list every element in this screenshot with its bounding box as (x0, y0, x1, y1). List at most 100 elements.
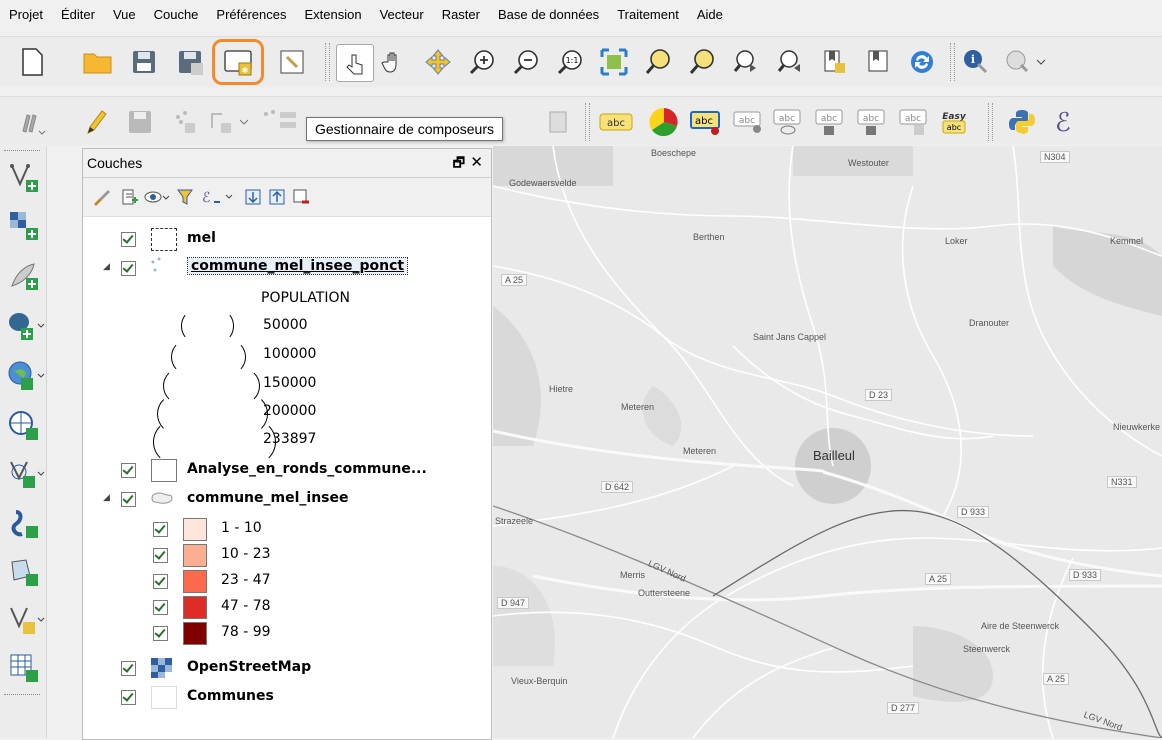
class-checkbox[interactable] (153, 548, 168, 563)
choropleth-class-row[interactable]: 1 - 10 (83, 516, 489, 542)
menu-couche[interactable]: Couche (145, 0, 208, 30)
layer-checkbox[interactable] (121, 261, 136, 276)
layer-checkbox[interactable] (121, 690, 136, 705)
add-point-button[interactable] (166, 104, 202, 140)
menu-vecteur[interactable]: Vecteur (371, 0, 433, 30)
menu-raster[interactable]: Raster (433, 0, 489, 30)
expand-all-button[interactable] (243, 187, 263, 207)
add-delimited-text-button[interactable] (6, 258, 42, 294)
choropleth-class-row[interactable]: 47 - 78 (83, 594, 489, 620)
pan-to-selection-button[interactable] (420, 44, 456, 80)
open-project-button[interactable] (80, 44, 116, 80)
easy-custom-labeling-button[interactable]: Easy abc (936, 104, 972, 140)
add-line-button[interactable] (206, 104, 254, 140)
choropleth-class-row[interactable]: 78 - 99 (83, 620, 489, 646)
label-tool-button[interactable]: abc (598, 104, 634, 140)
layer-checkbox[interactable] (121, 463, 136, 478)
collapse-arrow-icon[interactable]: ◢ (103, 492, 110, 503)
python-console-button[interactable] (1004, 104, 1040, 140)
add-group-button[interactable] (119, 187, 139, 207)
class-checkbox[interactable] (153, 522, 168, 537)
choropleth-class-row[interactable]: 23 - 47 (83, 568, 489, 594)
save-project-button[interactable] (126, 44, 162, 80)
add-postgis-layer-button[interactable] (6, 308, 48, 344)
svg-text:abc: abc (607, 118, 625, 129)
rotate-label-button[interactable]: abc (854, 104, 890, 140)
menu-base-de-donnees[interactable]: Base de données (489, 0, 608, 30)
add-virtual-layer-button[interactable] (6, 506, 42, 542)
close-panel-icon[interactable]: ✕ (470, 153, 483, 171)
collapse-all-button[interactable] (267, 187, 287, 207)
layer-row-ponct[interactable]: ◢ commune_mel_insee_ponct (83, 255, 489, 281)
zoom-native-button[interactable]: 1:1 (552, 44, 588, 80)
select-tool-button[interactable] (336, 44, 374, 82)
class-checkbox[interactable] (153, 574, 168, 589)
menu-aide[interactable]: Aide (688, 0, 732, 30)
toolbar-separator (585, 103, 590, 141)
class-checkbox[interactable] (153, 626, 168, 641)
layer-checkbox[interactable] (121, 492, 136, 507)
paste-features-button[interactable] (540, 104, 576, 140)
layer-row-communes[interactable]: Communes (83, 684, 489, 710)
zoom-full-button[interactable] (596, 44, 632, 80)
zoom-last-button[interactable] (728, 44, 764, 80)
collapse-arrow-icon[interactable]: ◢ (103, 261, 110, 272)
show-bookmarks-button[interactable] (860, 44, 896, 80)
save-edits-button[interactable] (122, 104, 158, 140)
menu-projet[interactable]: Projet (0, 0, 52, 30)
zoom-out-button[interactable] (508, 44, 544, 80)
vertex-tool-button[interactable] (258, 104, 302, 140)
new-bookmark-button[interactable] (816, 44, 852, 80)
identify-features-button[interactable]: i (958, 44, 994, 80)
new-shapefile-layer-button[interactable] (6, 602, 48, 638)
menu-vue[interactable]: Vue (104, 0, 145, 30)
layer-row-insee[interactable]: ◢ commune_mel_insee (83, 486, 489, 512)
move-label-button[interactable]: abc (812, 104, 848, 140)
zoom-to-layer-button[interactable] (684, 44, 720, 80)
diagram-tool-button[interactable] (646, 104, 682, 140)
add-wfs-layer-button[interactable] (6, 408, 42, 444)
menu-traitement[interactable]: Traitement (608, 0, 688, 30)
toggle-editing-button[interactable] (76, 104, 112, 140)
pin-labels-button[interactable]: abc (730, 104, 766, 140)
zoom-to-selection-button[interactable] (640, 44, 676, 80)
add-raster-layer-button[interactable] (6, 208, 42, 244)
add-vector-layer-button[interactable] (6, 160, 42, 196)
zoom-next-button[interactable] (772, 44, 808, 80)
new-project-button[interactable] (14, 44, 50, 80)
refresh-button[interactable] (904, 44, 940, 80)
choropleth-class-row[interactable]: 10 - 23 (83, 542, 489, 568)
save-as-button[interactable] (172, 44, 208, 80)
select-features-button[interactable] (1000, 44, 1050, 80)
layer-checkbox[interactable] (121, 661, 136, 676)
add-table-button[interactable] (6, 650, 42, 686)
expression-plugin-button[interactable]: ℰ (1046, 104, 1082, 140)
class-checkbox[interactable] (153, 600, 168, 615)
layer-checkbox[interactable] (121, 232, 136, 247)
layer-style-button[interactable] (91, 187, 111, 207)
show-hide-labels-button[interactable]: abc (770, 104, 806, 140)
manage-visibility-button[interactable] (143, 187, 171, 207)
menu-extension[interactable]: Extension (296, 0, 371, 30)
highlight-pinned-labels-button[interactable]: abc (688, 104, 724, 140)
class-label: 1 - 10 (221, 520, 262, 536)
add-wms-layer-button[interactable] (6, 358, 48, 394)
change-label-button[interactable]: abc (896, 104, 932, 140)
layer-row-osm[interactable]: OpenStreetMap (83, 655, 489, 681)
add-mssql-layer-button[interactable] (6, 554, 42, 590)
filter-legend-button[interactable] (175, 187, 195, 207)
composer-manager-button[interactable]: ✱ (212, 39, 264, 85)
map-canvas[interactable]: Boeschepe Westouter N304 Godewaersvelde … (493, 146, 1162, 738)
print-composer-button[interactable] (274, 44, 310, 80)
menu-preferences[interactable]: Préférences (207, 0, 295, 30)
filter-expression-button[interactable]: ℰ (199, 187, 237, 207)
menu-editer[interactable]: Éditer (52, 0, 104, 30)
layer-row-analyse[interactable]: Analyse_en_ronds_commune... (83, 457, 489, 483)
remove-layer-button[interactable] (291, 187, 311, 207)
zoom-in-button[interactable] (464, 44, 500, 80)
float-panel-icon[interactable]: 🗗 (453, 154, 465, 176)
current-edits-button[interactable] (14, 104, 50, 140)
pan-map-button[interactable] (376, 44, 412, 80)
layer-row-mel[interactable]: mel (83, 226, 489, 252)
add-spatialite-layer-button[interactable] (6, 456, 48, 492)
